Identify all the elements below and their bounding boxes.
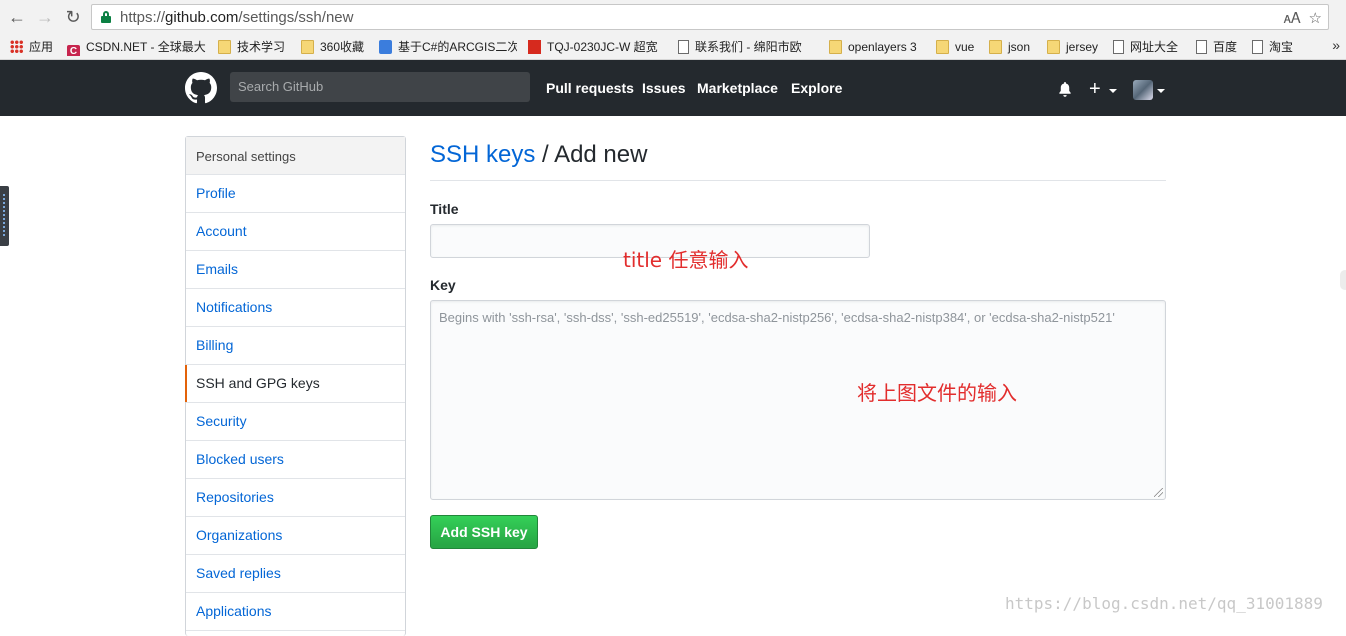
sidebar-item-profile[interactable]: Profile — [186, 175, 405, 213]
apps-grid-icon — [10, 40, 23, 54]
bookmark-item[interactable]: 技术学习 — [218, 38, 292, 56]
folder-icon — [989, 40, 1002, 54]
bookmark-label: openlayers 3 — [848, 40, 917, 54]
bookmark-item[interactable]: 基于C#的ARCGIS二次 — [379, 38, 517, 56]
bookmark-label: 网址大全 — [1130, 40, 1179, 54]
avatar-caret-icon[interactable] — [1157, 89, 1165, 93]
bookmark-label: 淘宝 — [1269, 40, 1294, 54]
key-annotation: 将上图文件的输入 — [857, 381, 1017, 405]
resize-grip-icon[interactable] — [1154, 488, 1163, 497]
create-caret-icon[interactable] — [1109, 89, 1117, 93]
sidebar-item-repositories[interactable]: Repositories — [186, 479, 405, 517]
bookmarks-overflow-icon[interactable]: » — [1332, 37, 1340, 53]
bookmark-label: jersey — [1066, 40, 1099, 54]
nav-pull-requests[interactable]: Pull requests — [546, 80, 634, 96]
bookmark-label: CSDN.NET - 全球最大 — [86, 40, 206, 54]
page-icon — [1113, 40, 1124, 54]
page-icon — [1196, 40, 1207, 54]
lock-icon — [101, 11, 111, 23]
search-github-input[interactable]: Search GitHub — [230, 72, 530, 102]
bookmark-star-icon[interactable]: ☆ — [1309, 10, 1322, 27]
sidebar-item-blocked-users[interactable]: Blocked users — [186, 441, 405, 479]
sidebar-item-account[interactable]: Account — [186, 213, 405, 251]
search-placeholder: Search GitHub — [238, 79, 324, 94]
github-logo-icon[interactable] — [185, 72, 217, 104]
bookmark-item[interactable]: 联系我们 - 绵阳市欧 — [678, 38, 818, 56]
bookmark-item[interactable]: json — [989, 38, 1035, 56]
crumb-separator: / — [535, 141, 555, 168]
bookmark-item[interactable]: 360收藏 — [301, 38, 369, 56]
nav-issues[interactable]: Issues — [642, 80, 686, 96]
bookmark-label: 应用 — [29, 40, 54, 54]
bookmark-label: 百度 — [1213, 40, 1238, 54]
settings-sidebar: Personal settings Profile Account Emails No… — [185, 136, 406, 636]
page-title: SSH keys / Add new — [430, 141, 647, 169]
page-icon — [678, 40, 689, 54]
bookmark-label: json — [1008, 40, 1031, 54]
url-path: /settings/ssh/new — [238, 9, 354, 26]
csdn-icon: C — [67, 45, 80, 56]
bookmark-item[interactable]: 百度 — [1196, 38, 1242, 56]
bookmark-item[interactable]: 应用 — [10, 38, 58, 56]
folder-icon — [829, 40, 842, 54]
page-icon — [379, 40, 392, 54]
sidebar-item-billing[interactable]: Billing — [186, 327, 405, 365]
title-annotation: title 任意输入 — [623, 248, 749, 272]
browser-toolbar: ← → ↻ https://github.com/settings/ssh/ne… — [0, 0, 1346, 34]
watermark: https://blog.csdn.net/qq_31001889 — [1005, 594, 1323, 613]
folder-icon — [218, 40, 231, 54]
red-square-icon — [528, 40, 541, 54]
bookmark-item[interactable]: vue — [936, 38, 980, 56]
bookmark-item[interactable]: 淘宝 — [1252, 38, 1298, 56]
sidebar-item-ssh-and-gpg-keys[interactable]: SSH and GPG keys — [185, 365, 405, 403]
bell-icon[interactable] — [1058, 82, 1072, 97]
key-textarea[interactable] — [430, 300, 1166, 500]
bookmark-item[interactable]: 网址大全 — [1113, 38, 1185, 56]
bookmark-item[interactable]: C CSDN.NET - 全球最大 — [67, 38, 207, 56]
page-icon — [1252, 40, 1263, 54]
title-label: Title — [430, 201, 459, 217]
sidebar-item-organizations[interactable]: Organizations — [186, 517, 405, 555]
sidebar-item-emails[interactable]: Emails — [186, 251, 405, 289]
side-panel-handle[interactable] — [0, 186, 9, 246]
reload-icon[interactable]: ↻ — [63, 7, 83, 27]
url-text[interactable]: https://github.com/settings/ssh/new — [120, 9, 353, 26]
add-ssh-key-button[interactable]: Add SSH key — [430, 515, 538, 549]
bookmark-label: TQJ-0230JC-W 超宽 — [547, 40, 658, 54]
folder-icon — [301, 40, 314, 54]
folder-icon — [1047, 40, 1060, 54]
address-bar[interactable]: https://github.com/settings/ssh/new 🗚 ☆ — [91, 4, 1329, 30]
sidebar-item-saved-replies[interactable]: Saved replies — [186, 555, 405, 593]
sidebar-heading: Personal settings — [186, 137, 405, 175]
bookmark-label: vue — [955, 40, 975, 54]
nav-explore[interactable]: Explore — [791, 80, 842, 96]
title-divider — [430, 180, 1166, 181]
bookmark-item[interactable]: TQJ-0230JC-W 超宽 — [528, 38, 664, 56]
nav-marketplace[interactable]: Marketplace — [697, 80, 778, 96]
create-new-icon[interactable]: + — [1089, 79, 1101, 99]
bookmark-item[interactable]: jersey — [1047, 38, 1101, 56]
bookmark-label: 360收藏 — [320, 40, 365, 54]
folder-icon — [936, 40, 949, 54]
url-scheme: https:// — [120, 9, 166, 26]
crumb-current: Add new — [554, 141, 648, 168]
forward-arrow-icon[interactable]: → — [35, 7, 55, 27]
avatar[interactable] — [1133, 80, 1153, 100]
sidebar-item-security[interactable]: Security — [186, 403, 405, 441]
bookmark-item[interactable]: openlayers 3 — [829, 38, 925, 56]
back-arrow-icon[interactable]: ← — [7, 7, 27, 27]
bookmark-label: 基于C#的ARCGIS二次 — [398, 40, 517, 54]
url-host: github.com — [165, 9, 239, 26]
sidebar-item-applications[interactable]: Applications — [186, 593, 405, 631]
bookmark-label: 技术学习 — [237, 40, 286, 54]
key-label: Key — [430, 277, 456, 293]
translate-icon[interactable]: 🗚 — [1284, 10, 1301, 27]
ssh-keys-link[interactable]: SSH keys — [430, 141, 535, 168]
bookmarks-bar: 应用 C CSDN.NET - 全球最大 技术学习 360收藏 基于C#的ARCGIS二次… — [0, 34, 1346, 60]
bookmark-label: 联系我们 - 绵阳市欧 — [695, 40, 802, 54]
sidebar-item-notifications[interactable]: Notifications — [186, 289, 405, 327]
edge-handle[interactable] — [1340, 270, 1346, 290]
